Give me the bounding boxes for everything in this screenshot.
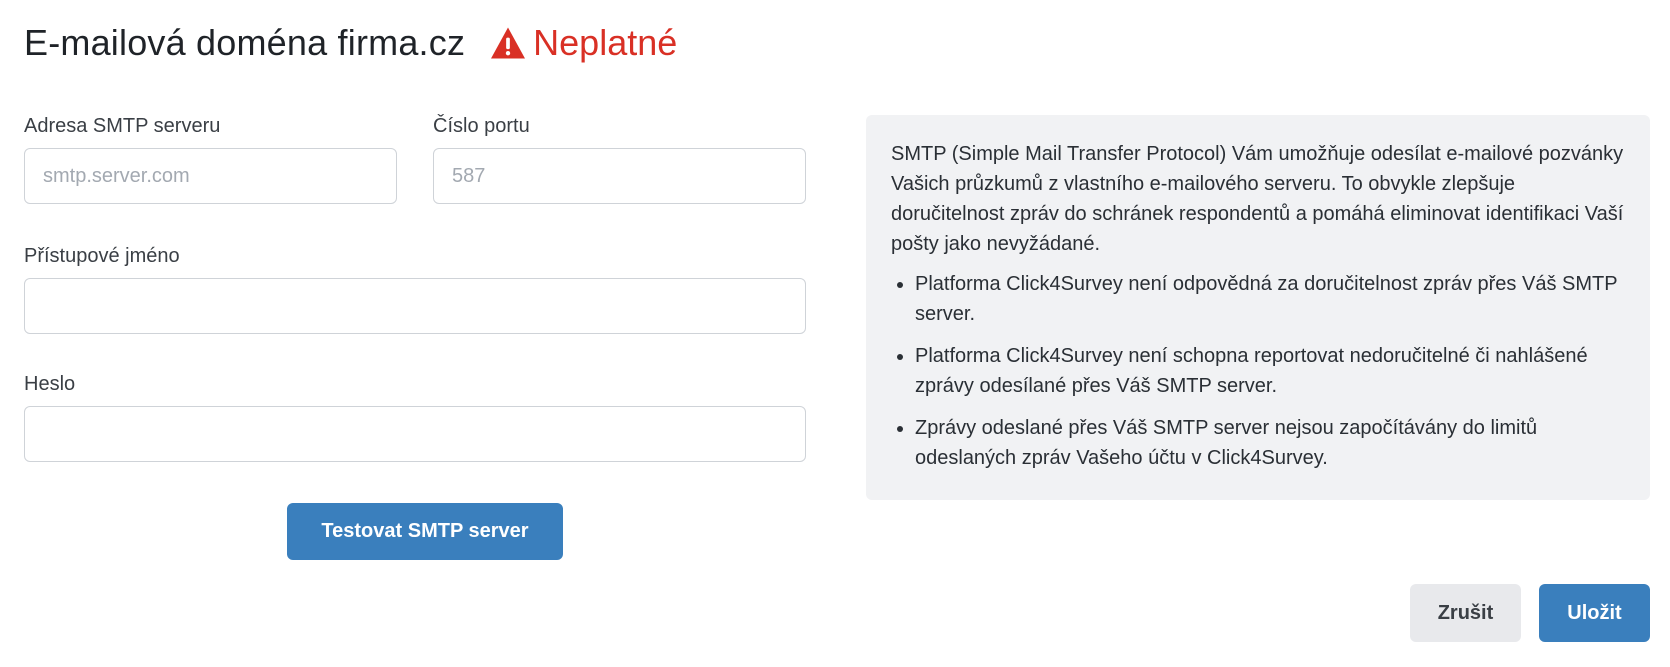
info-intro: SMTP (Simple Mail Transfer Protocol) Vám… xyxy=(891,143,1624,255)
info-list: Platforma Click4Survey není odpovědná za… xyxy=(891,269,1626,473)
info-bullet: Platforma Click4Survey není odpovědná za… xyxy=(915,269,1626,329)
smtp-form: Adresa SMTP serveru Číslo portu Přístupo… xyxy=(24,115,806,462)
password-group: Heslo xyxy=(24,373,806,462)
port-label: Číslo portu xyxy=(433,115,530,137)
header: E-mailová doména firma.cz Neplatné xyxy=(24,22,677,64)
test-smtp-button[interactable]: Testovat SMTP server xyxy=(287,503,563,560)
smtp-server-input[interactable] xyxy=(24,148,397,204)
smtp-server-label: Adresa SMTP serveru xyxy=(24,115,221,137)
status-label: Neplatné xyxy=(533,22,678,63)
password-input[interactable] xyxy=(24,406,806,462)
info-bullet: Zprávy odeslané přes Váš SMTP server nej… xyxy=(915,413,1626,473)
port-input[interactable] xyxy=(433,148,806,204)
warning-triangle-icon xyxy=(491,27,526,59)
page-title: E-mailová doména firma.cz xyxy=(24,22,466,63)
save-button[interactable]: Uložit xyxy=(1539,584,1650,642)
info-bullet: Platforma Click4Survey není schopna repo… xyxy=(915,341,1626,401)
status-badge: Neplatné xyxy=(489,22,677,64)
server-port-row: Adresa SMTP serveru Číslo portu xyxy=(24,115,806,204)
username-label: Přístupové jméno xyxy=(24,245,180,267)
username-group: Přístupové jméno xyxy=(24,245,806,334)
port-group: Číslo portu xyxy=(433,115,806,204)
info-panel: SMTP (Simple Mail Transfer Protocol) Vám… xyxy=(866,115,1650,500)
username-input[interactable] xyxy=(24,278,806,334)
smtp-server-group: Adresa SMTP serveru xyxy=(24,115,397,204)
cancel-button[interactable]: Zrušit xyxy=(1410,584,1521,642)
password-label: Heslo xyxy=(24,373,76,395)
